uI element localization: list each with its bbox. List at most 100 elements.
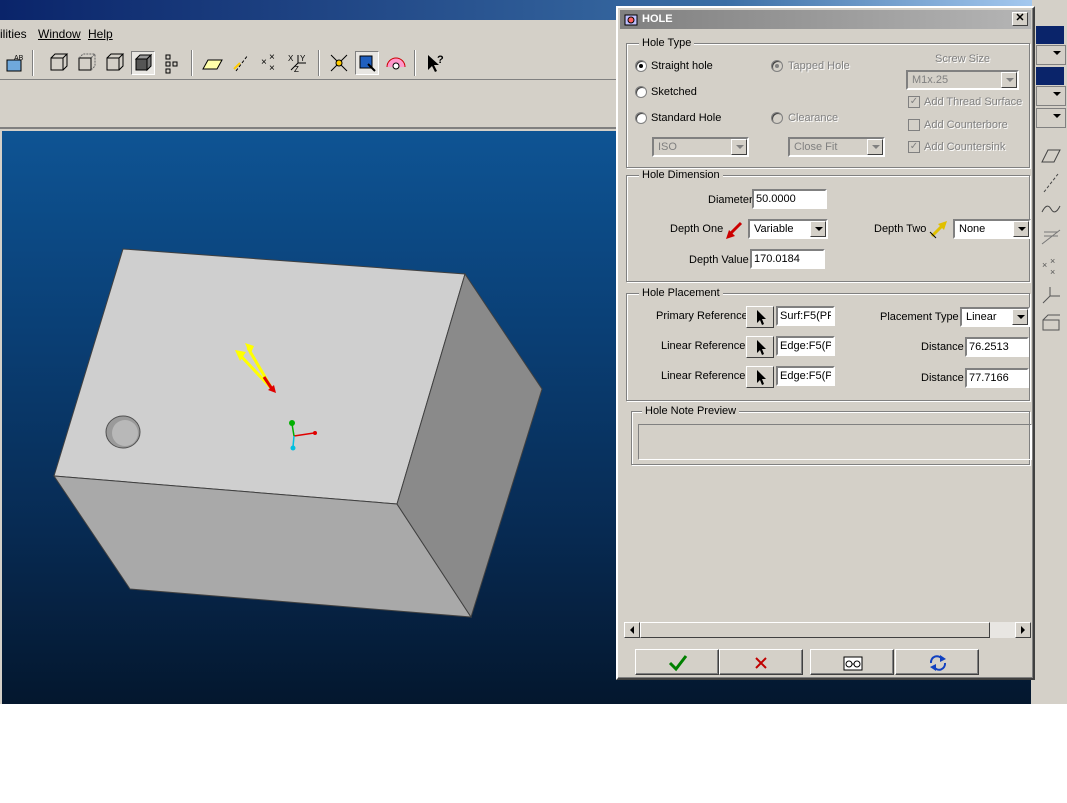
sketched-label: Sketched bbox=[651, 86, 697, 98]
menu-window-label: Window bbox=[38, 27, 81, 41]
screw-size-value: M1x.25 bbox=[912, 74, 949, 86]
scroll-left-button[interactable] bbox=[624, 622, 640, 638]
view-manager-icon[interactable] bbox=[384, 51, 408, 75]
linear-reference-2-field[interactable]: Edge:F5(PI bbox=[776, 366, 835, 386]
scrollbar-thumb[interactable] bbox=[640, 622, 990, 638]
svg-text:AB: AB bbox=[14, 55, 24, 62]
chevron-down-icon bbox=[1001, 72, 1017, 88]
standard-hole-radio[interactable] bbox=[635, 112, 647, 124]
svg-text:×: × bbox=[269, 63, 275, 74]
hole-placement-group: Hole Placement Primary Reference Surf:F5… bbox=[626, 287, 1030, 401]
distance-1-field[interactable]: 76.2513 bbox=[965, 337, 1029, 357]
svg-text:X: X bbox=[288, 54, 294, 63]
sketched-radio[interactable] bbox=[635, 86, 647, 98]
shading-icon[interactable] bbox=[131, 51, 155, 75]
right-strip-combo-1[interactable] bbox=[1036, 45, 1066, 65]
add-counterbore-label: Add Counterbore bbox=[924, 119, 1008, 131]
hole-note-preview-box bbox=[638, 424, 1032, 460]
menu-utilities[interactable]: ilities bbox=[0, 27, 27, 41]
menu-help-label: Help bbox=[88, 27, 113, 41]
toolbar-separator bbox=[32, 50, 34, 76]
flip-depth-one-icon[interactable] bbox=[723, 220, 745, 242]
cancel-button[interactable] bbox=[719, 649, 803, 675]
wireframe-icon[interactable] bbox=[46, 51, 70, 75]
menu-bar: ilities Window Help bbox=[0, 20, 620, 46]
select-arrow-icon bbox=[757, 310, 766, 325]
plane-icon[interactable] bbox=[1040, 144, 1062, 166]
primary-reference-label: Primary Reference bbox=[656, 310, 748, 322]
linear-reference-2-select-button[interactable] bbox=[746, 366, 774, 388]
csys-icon[interactable] bbox=[1040, 284, 1062, 306]
scroll-right-button[interactable] bbox=[1015, 622, 1031, 638]
hidden-line-icon[interactable] bbox=[74, 51, 98, 75]
clearance-radio[interactable] bbox=[771, 112, 783, 124]
model-tree-icon[interactable] bbox=[160, 51, 184, 75]
depth-one-label: Depth One bbox=[670, 223, 724, 235]
main-toolbar: AB × × × XYZ ? bbox=[0, 46, 620, 80]
chevron-right-icon bbox=[1021, 626, 1025, 634]
hole-dialog: HOLE ✕ Hole Type Straight hole Sketched … bbox=[616, 6, 1035, 680]
distance-2-field[interactable]: 77.7166 bbox=[965, 368, 1029, 388]
screw-size-label: Screw Size bbox=[935, 53, 991, 65]
points-icon[interactable]: × ×× bbox=[1040, 256, 1062, 278]
standard-select[interactable]: ISO bbox=[652, 137, 749, 157]
diameter-field[interactable]: 50.0000 bbox=[752, 189, 827, 209]
close-button[interactable]: ✕ bbox=[1012, 12, 1028, 26]
context-help-icon[interactable]: ? bbox=[423, 51, 447, 75]
right-strip-combo-3[interactable] bbox=[1036, 108, 1066, 128]
screw-size-select[interactable]: M1x.25 bbox=[906, 70, 1019, 90]
repeat-button[interactable] bbox=[895, 649, 979, 675]
checkmark-icon bbox=[668, 655, 688, 672]
distance-1-label: Distance bbox=[921, 341, 964, 353]
ok-button[interactable] bbox=[635, 649, 719, 675]
no-hidden-icon[interactable] bbox=[102, 51, 126, 75]
flip-depth-two-icon[interactable] bbox=[928, 218, 950, 240]
add-counterbore-checkbox[interactable] bbox=[908, 119, 920, 131]
linear-reference-1-value: Edge:F5(PI bbox=[780, 340, 831, 352]
datum-axis-icon[interactable] bbox=[230, 51, 254, 75]
hole-dimension-legend: Hole Dimension bbox=[639, 169, 723, 181]
layer-icon[interactable]: AB bbox=[4, 51, 28, 75]
standard-hole-label: Standard Hole bbox=[651, 112, 722, 124]
spin-center-icon[interactable] bbox=[327, 51, 351, 75]
horizontal-scrollbar[interactable] bbox=[624, 622, 1031, 638]
orient-mode-icon[interactable] bbox=[355, 51, 379, 75]
sketch-tool-icon[interactable] bbox=[1040, 226, 1062, 248]
placement-type-select[interactable]: Linear bbox=[960, 307, 1030, 327]
primary-reference-select-button[interactable] bbox=[746, 306, 774, 328]
svg-text:×: × bbox=[261, 57, 267, 68]
secondary-toolbar-area bbox=[0, 81, 620, 129]
add-thread-surface-checkbox[interactable]: ✓ bbox=[908, 96, 920, 108]
menu-window[interactable]: Window bbox=[38, 27, 81, 41]
analysis-icon[interactable] bbox=[1040, 312, 1062, 334]
hole-feature-icon bbox=[624, 14, 638, 26]
svg-text:×: × bbox=[1050, 267, 1055, 277]
coordinate-system-icon[interactable]: XYZ bbox=[286, 51, 310, 75]
depth-value-field[interactable]: 170.0184 bbox=[750, 249, 825, 269]
tapped-hole-radio[interactable] bbox=[771, 60, 783, 72]
curve-icon[interactable] bbox=[1040, 198, 1062, 220]
datum-point-icon[interactable]: × × × bbox=[258, 51, 282, 75]
axis-icon[interactable] bbox=[1040, 172, 1062, 194]
menu-help[interactable]: Help bbox=[88, 27, 113, 41]
straight-hole-radio[interactable] bbox=[635, 60, 647, 72]
add-countersink-checkbox[interactable]: ✓ bbox=[908, 141, 920, 153]
right-strip-combo-2[interactable] bbox=[1036, 86, 1066, 106]
depth-two-select[interactable]: None bbox=[953, 219, 1031, 239]
toolbar-separator bbox=[191, 50, 193, 76]
chevron-down-icon bbox=[1012, 309, 1028, 325]
svg-text:×: × bbox=[1042, 260, 1047, 270]
datum-plane-icon[interactable] bbox=[200, 51, 224, 75]
clearance-label: Clearance bbox=[788, 112, 839, 124]
select-arrow-icon bbox=[757, 340, 766, 355]
fit-select[interactable]: Close Fit bbox=[788, 137, 885, 157]
cancel-x-icon bbox=[755, 657, 767, 669]
hole-dimension-group: Hole Dimension Diameter 50.0000 Depth On… bbox=[626, 169, 1031, 282]
primary-reference-field[interactable]: Surf:F5(PR bbox=[776, 306, 835, 326]
depth-one-select[interactable]: Variable bbox=[748, 219, 828, 239]
linear-reference-1-field[interactable]: Edge:F5(PI bbox=[776, 336, 835, 356]
preview-button[interactable] bbox=[810, 649, 894, 675]
linear-reference-1-select-button[interactable] bbox=[746, 336, 774, 358]
dialog-title: HOLE bbox=[642, 13, 673, 25]
chevron-down-icon bbox=[867, 139, 883, 155]
